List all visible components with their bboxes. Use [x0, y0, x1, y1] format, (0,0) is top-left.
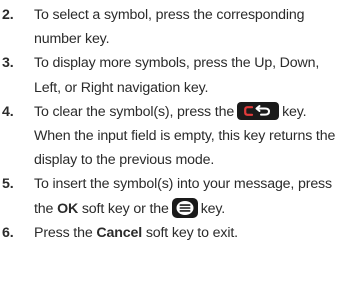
step-number: 4. [2, 103, 14, 120]
step-3: 3. To display more symbols, press the Up… [0, 51, 348, 99]
step-text-post: soft key to exit. [145, 224, 238, 241]
step-number: 3. [2, 55, 14, 72]
step-text: To display more symbols, press the Up, D… [34, 55, 320, 96]
step-text: To clear the symbol(s), press the key. W… [34, 100, 348, 173]
step-text: To insert the symbol(s) into your messag… [34, 172, 348, 220]
step-text-pre: To clear the symbol(s), press the [34, 103, 235, 120]
clear-back-key-icon [237, 102, 280, 121]
step-number: 6. [2, 224, 14, 241]
step-text-pre: Press the [34, 224, 93, 241]
step-text: Press the Cancel soft key to exit. [34, 221, 348, 245]
step-4: 4. To clear the symbol(s), press the key… [0, 100, 348, 173]
step-number: 2. [2, 7, 14, 23]
instruction-list: 2. To select a symbol, press the corresp… [0, 0, 348, 287]
step-5: 5. To insert the symbol(s) into your mes… [0, 172, 348, 220]
step-6: 6. Press the Cancel soft key to exit. [0, 221, 348, 245]
cancel-soft-key-label: Cancel [96, 224, 143, 241]
ok-select-key-icon [171, 197, 198, 218]
step-2: 2. To select a symbol, press the corresp… [0, 3, 348, 51]
step-text-post: key. [200, 200, 226, 217]
ok-soft-key-label: OK [57, 200, 79, 217]
step-number: 5. [2, 176, 14, 193]
step-text-mid: soft key or the [81, 200, 169, 217]
step-text: To select a symbol, press the correspond… [34, 7, 305, 48]
